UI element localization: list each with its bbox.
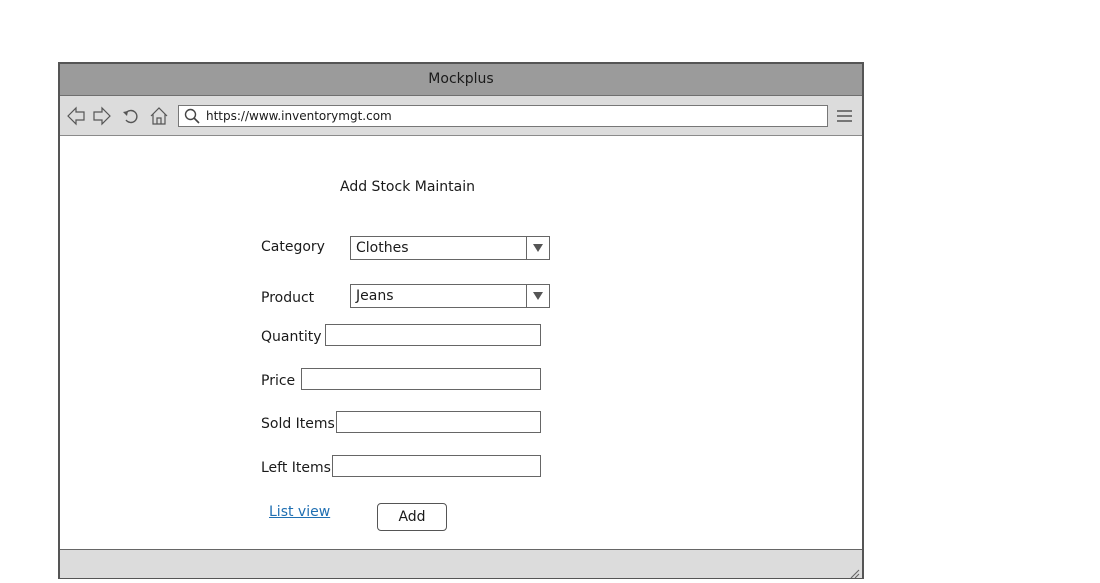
left-items-input[interactable] xyxy=(332,455,541,477)
window-title: Mockplus xyxy=(60,64,862,96)
list-view-link[interactable]: List view xyxy=(269,504,330,520)
product-label: Product xyxy=(261,290,315,306)
sold-items-input[interactable] xyxy=(336,411,541,433)
status-bar xyxy=(60,549,862,579)
resize-grip-icon[interactable] xyxy=(848,564,860,579)
url-text: https://www.inventorymgt.com xyxy=(206,109,392,123)
price-input[interactable] xyxy=(301,368,541,390)
quantity-label: Quantity xyxy=(261,329,322,345)
forward-icon[interactable] xyxy=(92,106,112,126)
category-label: Category xyxy=(261,239,325,255)
product-select[interactable]: Jeans xyxy=(350,284,550,308)
category-value: Clothes xyxy=(356,240,409,256)
page-title: Add Stock Maintain xyxy=(340,179,476,195)
sold-items-label: Sold Items xyxy=(261,416,335,432)
page-content: Add Stock Maintain Category Clothes Prod… xyxy=(60,136,862,548)
product-value: Jeans xyxy=(356,288,394,304)
left-items-label: Left Items xyxy=(261,460,331,476)
search-icon xyxy=(184,108,200,124)
price-label: Price xyxy=(261,373,296,389)
chevron-down-icon[interactable] xyxy=(526,285,549,307)
quantity-input[interactable] xyxy=(325,324,541,346)
back-icon[interactable] xyxy=(66,106,86,126)
browser-toolbar: https://www.inventorymgt.com xyxy=(60,96,862,136)
add-button[interactable]: Add xyxy=(377,503,447,531)
browser-window: Mockplus https://www.inventorymgt.com Ad… xyxy=(58,62,864,579)
home-icon[interactable] xyxy=(149,106,169,126)
reload-icon[interactable] xyxy=(121,106,141,126)
menu-icon[interactable] xyxy=(836,108,853,124)
category-select[interactable]: Clothes xyxy=(350,236,550,260)
address-bar[interactable]: https://www.inventorymgt.com xyxy=(178,105,828,127)
chevron-down-icon[interactable] xyxy=(526,237,549,259)
